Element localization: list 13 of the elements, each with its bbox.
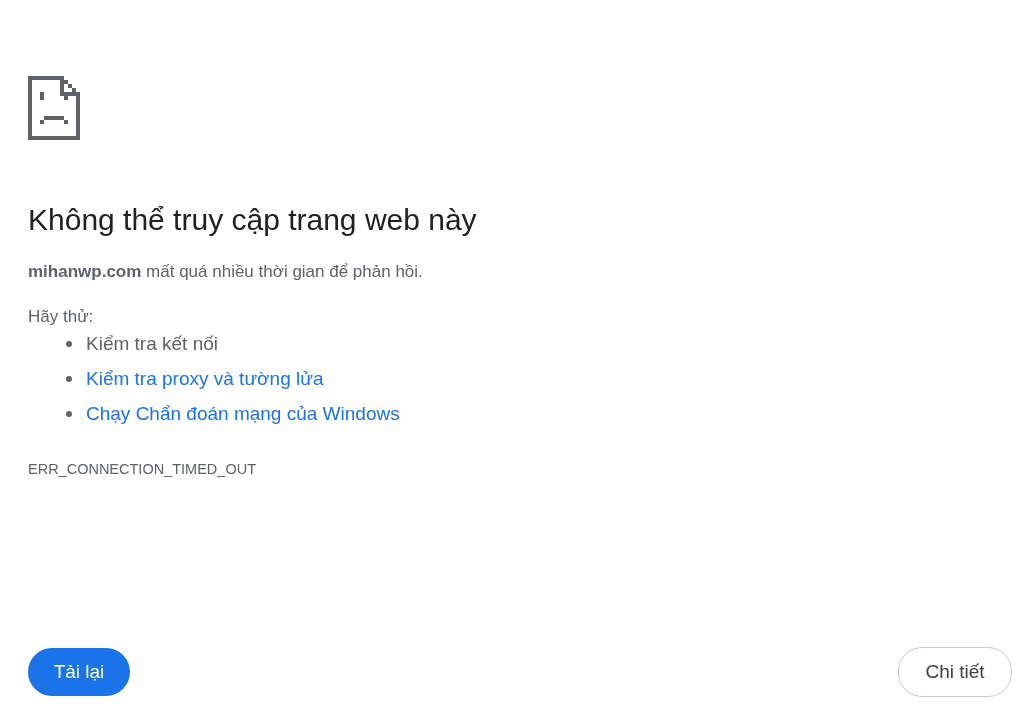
reload-button[interactable]: Tải lại bbox=[28, 648, 130, 696]
sad-page-icon bbox=[28, 76, 80, 140]
bullet-icon bbox=[66, 411, 72, 417]
error-title: Không thể truy cập trang web này bbox=[28, 202, 478, 238]
error-code: ERR_CONNECTION_TIMED_OUT bbox=[28, 461, 256, 477]
suggestion-link[interactable]: Chạy Chẩn đoán mạng của Windows bbox=[86, 402, 400, 426]
bullet-icon bbox=[66, 376, 72, 382]
details-button[interactable]: Chi tiết bbox=[898, 647, 1012, 697]
suggestion-link[interactable]: Kiểm tra proxy và tường lửa bbox=[86, 367, 324, 391]
suggestion-text: Kiểm tra kết nối bbox=[86, 332, 218, 356]
suggestions-heading: Hãy thử: bbox=[28, 306, 94, 328]
error-message: mihanwp.com mất quá nhiều thời gian để phản hồi. bbox=[28, 261, 424, 283]
bullet-icon bbox=[66, 341, 72, 347]
